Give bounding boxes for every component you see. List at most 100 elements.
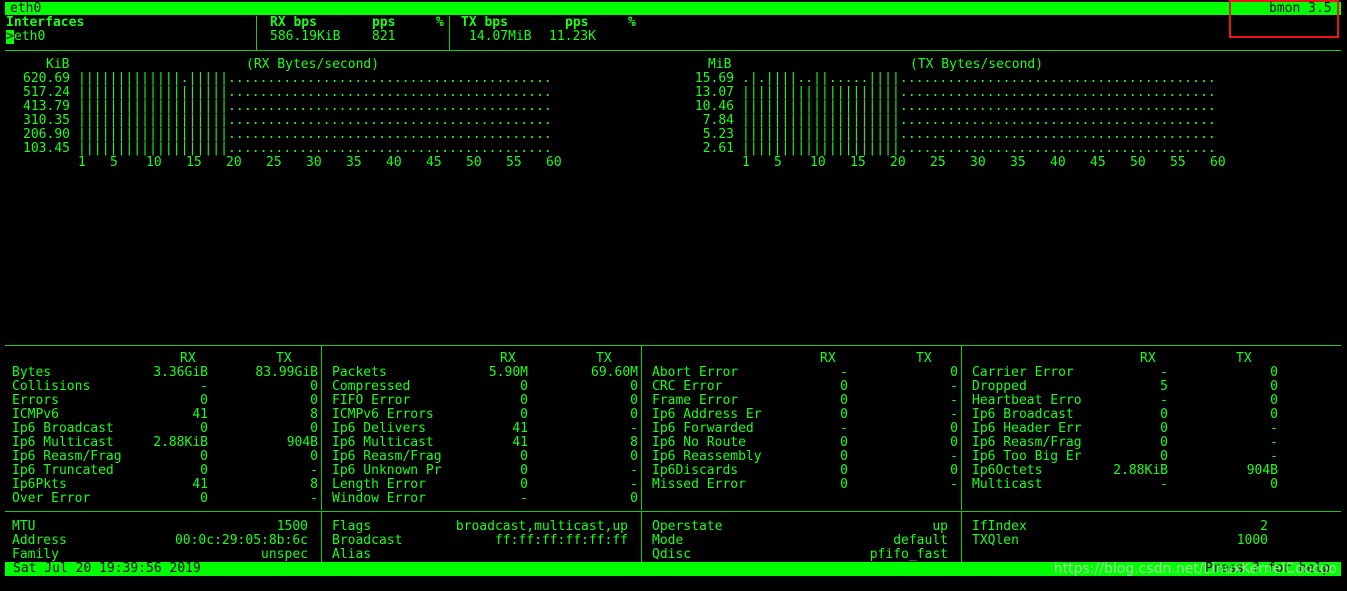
info-value: 00:0c:29:05:8b:6c <box>174 533 308 548</box>
info-key: Operstate <box>652 519 723 534</box>
x-axis-tick: 55 <box>506 155 522 170</box>
stat-name: Ip6 Address Er <box>652 407 762 422</box>
stat-tx-value: - <box>630 421 638 436</box>
stat-name: CRC Error <box>652 379 723 394</box>
graph-row: |||||||||||||.|||||.....................… <box>78 71 552 86</box>
stat-tx-value: 0 <box>310 421 318 436</box>
graph-row: |||||||||||||||||||.....................… <box>78 85 552 100</box>
x-axis-tick: 25 <box>266 155 282 170</box>
stat-name: Ip6 Forwarded <box>652 421 754 436</box>
stat-tx-value: - <box>950 393 958 408</box>
stat-name: Dropped <box>972 379 1027 394</box>
graph-row: ||||||||||||||||||||....................… <box>742 141 1216 156</box>
stat-name: Abort Error <box>652 365 739 380</box>
rx-title: (RX Bytes/second) <box>246 57 380 72</box>
info-value: 1000 <box>1236 533 1268 548</box>
divider <box>5 511 1341 512</box>
stats-header-tx: TX <box>1236 351 1252 366</box>
stat-rx-value: 0 <box>200 393 208 408</box>
stat-rx-value: 41 <box>512 435 528 450</box>
y-axis-label: 310.35 <box>23 113 70 128</box>
x-axis-tick: 40 <box>386 155 402 170</box>
stat-rx-value: 0 <box>840 463 848 478</box>
row-rx-pps: 821 <box>372 29 396 44</box>
col-rx-pct: % <box>436 15 444 30</box>
x-axis-tick: 40 <box>1050 155 1066 170</box>
title-bar: eth0 bmon 3.5 <box>5 2 1341 16</box>
stat-rx-value: 41 <box>192 407 208 422</box>
y-axis-label: 620.69 <box>23 71 70 86</box>
stat-name: Ip6 No Route <box>652 435 746 450</box>
stat-rx-value: - <box>840 421 848 436</box>
stat-tx-value: 0 <box>630 393 638 408</box>
stats-header-tx: TX <box>596 351 612 366</box>
info-key: TXQlen <box>972 533 1019 548</box>
stat-name: Heartbeat Erro <box>972 393 1082 408</box>
stat-tx-value: - <box>950 379 958 394</box>
stat-rx-value: - <box>520 491 528 506</box>
y-axis-label: 103.45 <box>23 141 70 156</box>
stat-name: Ip6 Broadcast <box>12 421 114 436</box>
x-axis-tick: 60 <box>1210 155 1226 170</box>
stat-tx-value: 0 <box>1270 407 1278 422</box>
row-cursor: > <box>6 29 14 44</box>
stats-header-rx: RX <box>180 351 196 366</box>
stat-tx-value: - <box>1270 421 1278 436</box>
stat-name: Bytes <box>12 365 52 380</box>
row-tx-bps: 14.07MiB <box>469 29 532 44</box>
x-axis-tick: 35 <box>346 155 362 170</box>
x-axis-tick: 60 <box>546 155 562 170</box>
info-value: ff:ff:ff:ff:ff:ff <box>494 533 628 548</box>
divider <box>5 50 1341 51</box>
stat-rx-value: 5 <box>1160 379 1168 394</box>
info-key: Alias <box>332 547 372 562</box>
stat-rx-value: 0 <box>520 477 528 492</box>
stat-tx-value: 0 <box>950 365 958 380</box>
info-key: MTU <box>12 519 36 534</box>
stat-tx-value: 0 <box>310 393 318 408</box>
stat-name: Errors <box>12 393 59 408</box>
y-axis-label: 413.79 <box>23 99 70 114</box>
info-key: Family <box>12 547 59 562</box>
stat-name: Ip6Pkts <box>12 477 67 492</box>
stat-name: Ip6 Reasm/Frag <box>332 449 442 464</box>
stat-tx-value: 0 <box>950 421 958 436</box>
graph-row: ||||||||||||||||||||....................… <box>742 85 1216 100</box>
stat-rx-value: 3.36GiB <box>153 365 208 380</box>
x-axis-tick: 45 <box>426 155 442 170</box>
stat-tx-value: - <box>950 477 958 492</box>
stat-tx-value: 0 <box>310 449 318 464</box>
stat-tx-value: - <box>310 463 318 478</box>
stat-tx-value: 0 <box>630 407 638 422</box>
x-axis-tick: 1 <box>742 155 750 170</box>
x-axis-tick: 20 <box>226 155 242 170</box>
graph-row: |||||||||||||||||||.....................… <box>78 141 552 156</box>
stat-name: ICMPv6 <box>12 407 59 422</box>
col-rx-bps: RX bps <box>270 15 317 30</box>
stat-tx-value: 8 <box>310 407 318 422</box>
graph-row: |||||||||||||||||||.....................… <box>78 99 552 114</box>
stat-tx-value: - <box>1270 449 1278 464</box>
stat-rx-value: 41 <box>192 477 208 492</box>
graph-row: |||||||||||||||||||.....................… <box>78 113 552 128</box>
stat-name: Ip6 Delivers <box>332 421 426 436</box>
row-interface-name: eth0 <box>14 29 46 44</box>
info-key: Flags <box>332 519 372 534</box>
divider <box>449 16 450 50</box>
col-tx-bps: TX bps <box>461 15 508 30</box>
stat-tx-value: - <box>310 491 318 506</box>
stat-tx-value: - <box>630 463 638 478</box>
stat-tx-value: - <box>950 449 958 464</box>
graph-row: ||||||||||||||||||||....................… <box>742 113 1216 128</box>
divider <box>641 346 642 510</box>
stat-tx-value: 0 <box>630 491 638 506</box>
info-value: 2 <box>1260 519 1268 534</box>
status-datetime: Sat Jul 20 19:39:56 2019 <box>13 561 201 576</box>
stat-name: Multicast <box>972 477 1043 492</box>
stat-tx-value: 83.99GiB <box>255 365 318 380</box>
stat-tx-value: 904B <box>1246 463 1278 478</box>
tx-title: (TX Bytes/second) <box>910 57 1044 72</box>
stat-name: Ip6 Unknown Pr <box>332 463 442 478</box>
stat-rx-value: 0 <box>840 379 848 394</box>
stat-name: Ip6 Reasm/Frag <box>12 449 122 464</box>
